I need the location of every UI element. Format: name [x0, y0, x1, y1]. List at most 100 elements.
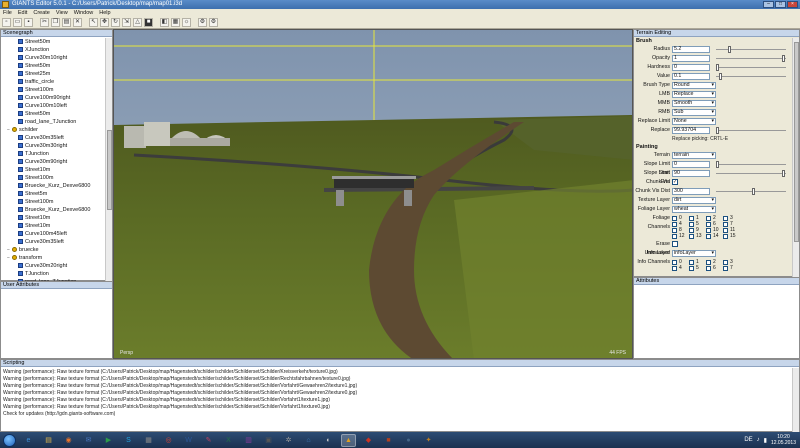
opacity-input[interactable]: 1: [672, 55, 710, 62]
tree-item[interactable]: Bruecke_Kurz_Dexve6800: [1, 182, 106, 190]
save-icon[interactable]: ▪: [24, 18, 33, 27]
open-file-icon[interactable]: ▭: [13, 18, 22, 27]
calculator-icon[interactable]: ▦: [141, 434, 156, 447]
tree-item[interactable]: Curve30m20right: [1, 262, 106, 270]
scripting-scrollbar[interactable]: [792, 368, 799, 432]
firefox-icon[interactable]: ◉: [61, 434, 76, 447]
tree-item[interactable]: Curve30m35left: [1, 238, 106, 246]
checkbox-box[interactable]: [672, 215, 677, 221]
paint-icon[interactable]: ✎: [201, 434, 216, 447]
replace-input[interactable]: 99.93704: [672, 127, 710, 134]
checkbox-box[interactable]: [723, 215, 728, 221]
light-icon[interactable]: ☼: [182, 18, 191, 27]
folder-icon[interactable]: ▤: [41, 434, 56, 447]
checkbox-box[interactable]: [706, 215, 711, 221]
skype-icon[interactable]: S: [121, 434, 136, 447]
terrain-select[interactable]: terrain: [672, 152, 716, 159]
winrar-icon[interactable]: ▥: [241, 434, 256, 447]
paint-mode-icon[interactable]: ■: [144, 18, 153, 27]
erase-unmasked-checkbox[interactable]: [672, 241, 678, 247]
chunk-vis-checkbox[interactable]: ✓: [672, 179, 678, 185]
tree-item[interactable]: Street50m: [1, 38, 106, 46]
checkbox-box[interactable]: [689, 227, 694, 233]
replace-limit-select[interactable]: None: [672, 118, 716, 125]
tree-item[interactable]: Curve30m90right: [1, 158, 106, 166]
network-tray-icon[interactable]: ▮: [764, 437, 767, 444]
checkbox-box[interactable]: [689, 221, 694, 227]
checkbox-box[interactable]: [706, 227, 711, 233]
radius-slider-knob[interactable]: [727, 46, 731, 53]
tree-item[interactable]: Curve100m10left: [1, 102, 106, 110]
slope-end-knob[interactable]: [782, 170, 785, 177]
tree-item[interactable]: Curve100m45left: [1, 230, 106, 238]
ungroup-icon[interactable]: ⚙: [209, 18, 218, 27]
checkbox-box[interactable]: [672, 259, 677, 265]
hardness-slider[interactable]: [716, 64, 786, 71]
paste-icon[interactable]: ▤: [62, 18, 71, 27]
tractor-icon[interactable]: ◆: [361, 434, 376, 447]
menu-help[interactable]: Help: [99, 9, 110, 17]
tree-item[interactable]: Curve30m10right: [1, 54, 106, 62]
group-icon[interactable]: ⚙: [198, 18, 207, 27]
channel-checkbox[interactable]: 15: [723, 233, 740, 239]
terrain-scrollbar[interactable]: [792, 38, 799, 278]
chrome-icon[interactable]: ◎: [161, 434, 176, 447]
camera-icon[interactable]: ◧: [160, 18, 169, 27]
tree-item[interactable]: TJunction: [1, 270, 106, 278]
volume-icon[interactable]: ♪: [757, 437, 760, 443]
checkbox-box[interactable]: [689, 215, 694, 221]
tree-item[interactable]: Bruecke_Kurz_Dexve6800: [1, 206, 106, 214]
terrain-icon[interactable]: △: [133, 18, 142, 27]
tree-item[interactable]: Street50m: [1, 62, 106, 70]
channel-checkbox[interactable]: 4: [672, 265, 689, 271]
checkbox-box[interactable]: [689, 259, 694, 265]
lmb-select[interactable]: Replace: [672, 91, 716, 98]
checkbox-box[interactable]: [706, 221, 711, 227]
checkbox-box[interactable]: [706, 259, 711, 265]
channel-checkbox[interactable]: 14: [706, 233, 723, 239]
ie-icon[interactable]: e: [21, 434, 36, 447]
tree-item[interactable]: Street50m: [1, 110, 106, 118]
tree-item[interactable]: Street10m: [1, 214, 106, 222]
replace-slider-knob[interactable]: [716, 127, 719, 134]
value-slider-knob[interactable]: [719, 73, 723, 80]
checkbox-box[interactable]: [706, 233, 711, 239]
scrollbar-thumb[interactable]: [107, 130, 112, 210]
start-button[interactable]: [3, 433, 16, 447]
checkbox-box[interactable]: [672, 233, 677, 239]
radius-input[interactable]: 5.2: [672, 46, 710, 53]
scrollbar-thumb[interactable]: [794, 42, 799, 242]
minimize-button[interactable]: –: [763, 1, 774, 8]
rmb-select[interactable]: Sub: [672, 109, 716, 116]
tree-item[interactable]: Street5m: [1, 190, 106, 198]
slope-end-input[interactable]: 90: [672, 170, 710, 177]
tree-item[interactable]: Curve30m35left: [1, 134, 106, 142]
opacity-slider[interactable]: [716, 55, 786, 62]
channel-checkbox[interactable]: 13: [689, 233, 706, 239]
chunk-vis-dist-slider[interactable]: [716, 188, 786, 195]
channel-checkbox[interactable]: 6: [706, 265, 723, 271]
delete-icon[interactable]: ✕: [73, 18, 82, 27]
menu-window[interactable]: Window: [74, 9, 94, 17]
checkbox-box[interactable]: [723, 227, 728, 233]
tree-item[interactable]: traffic_circle: [1, 78, 106, 86]
slope-start-knob[interactable]: [716, 161, 719, 168]
clock[interactable]: 10:20 12.05.2013: [771, 434, 796, 446]
checkbox-box[interactable]: [672, 265, 677, 271]
tree-item[interactable]: Street100m: [1, 174, 106, 182]
texture-layer-select[interactable]: dirt: [672, 197, 716, 204]
language-indicator[interactable]: DE: [744, 437, 752, 443]
tree-item[interactable]: − schilder: [1, 126, 106, 134]
scale-icon[interactable]: ⇲: [122, 18, 131, 27]
menu-create[interactable]: Create: [33, 9, 50, 17]
settings-icon[interactable]: ✲: [281, 434, 296, 447]
slope-start-input[interactable]: 0: [672, 161, 710, 168]
network-icon[interactable]: ⌂: [301, 434, 316, 447]
copy-icon[interactable]: ❐: [51, 18, 60, 27]
checkbox-box[interactable]: [672, 227, 677, 233]
tree-item[interactable]: Street10m: [1, 166, 106, 174]
tree-item[interactable]: Street25m: [1, 70, 106, 78]
tree-item[interactable]: Street100m: [1, 198, 106, 206]
move-icon[interactable]: ✥: [100, 18, 109, 27]
app-icon[interactable]: ✦: [421, 434, 436, 447]
